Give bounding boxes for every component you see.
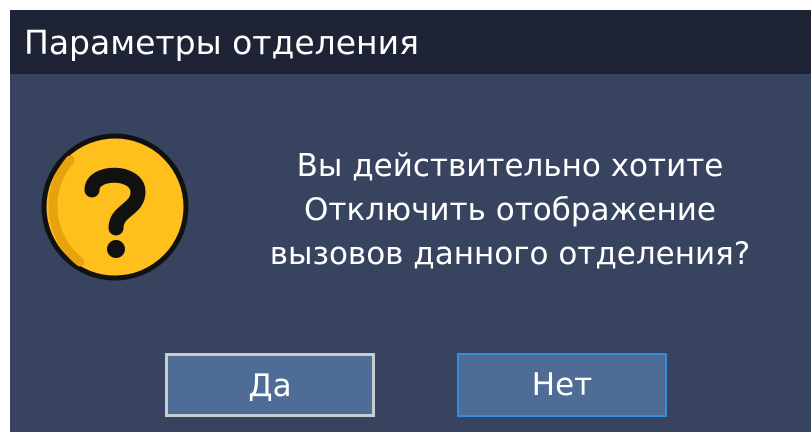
message-line: Отключить отображение bbox=[303, 192, 716, 228]
question-mark-icon bbox=[40, 132, 190, 282]
dialog-title: Параметры отделения bbox=[10, 10, 811, 74]
no-button[interactable]: Нет bbox=[457, 353, 667, 417]
message-line: вызовов данного отделения? bbox=[269, 236, 751, 272]
yes-button[interactable]: Да bbox=[165, 353, 375, 417]
confirmation-message: Вы действительно хотите Отключить отобра… bbox=[210, 144, 810, 276]
confirmation-dialog: Параметры отделения Вы действительно хот… bbox=[10, 10, 811, 432]
message-line: Вы действительно хотите bbox=[296, 148, 724, 184]
